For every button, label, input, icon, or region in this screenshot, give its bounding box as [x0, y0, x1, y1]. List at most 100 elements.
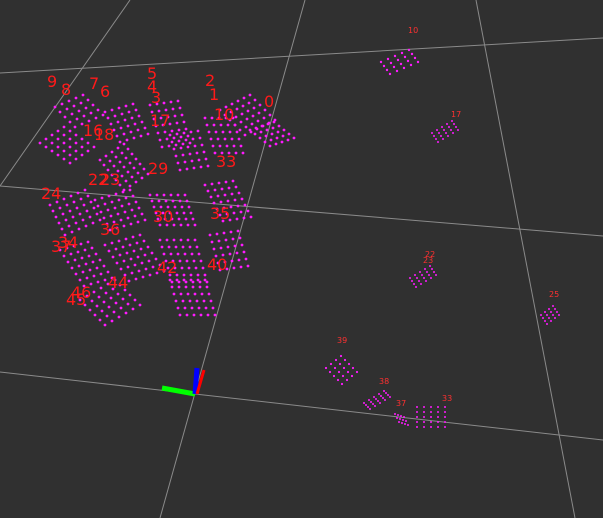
marker-dot	[119, 267, 123, 271]
marker-dot	[82, 203, 86, 207]
marker-dot	[136, 255, 140, 259]
marker-dot	[437, 416, 439, 418]
marker-dot	[184, 127, 188, 131]
marker-dot	[280, 140, 284, 144]
marker-dot	[172, 136, 176, 140]
marker-dot	[252, 106, 256, 110]
scene-canvas[interactable]: 0 1 2 3 4 5 6 7 8 9 16 18 17 10 33 22 23…	[0, 0, 603, 518]
marker-dot	[122, 224, 126, 228]
marker-dot	[169, 100, 173, 104]
marker-dot	[131, 235, 135, 239]
marker-dot	[409, 63, 413, 67]
marker-dot	[132, 249, 136, 253]
marker-dot	[140, 120, 144, 124]
marker-dot	[82, 114, 86, 118]
marker-dot	[228, 130, 232, 134]
marker-dot	[205, 123, 209, 127]
marker-dot	[134, 180, 138, 184]
marker-dot	[202, 299, 206, 303]
marker-dot	[389, 396, 391, 398]
marker-dot	[270, 132, 274, 136]
marker-dot	[74, 133, 78, 137]
marker-dot	[167, 245, 171, 249]
marker-dot	[416, 421, 418, 423]
marker-dot	[183, 252, 187, 256]
marker-dot	[231, 179, 235, 183]
marker-dot	[218, 144, 222, 148]
marker-dot	[176, 161, 180, 165]
marker-dot	[138, 303, 142, 307]
marker-dot	[143, 126, 147, 130]
marker-dot	[380, 395, 382, 397]
marker-dot	[134, 200, 138, 204]
marker-dot	[191, 285, 195, 289]
marker-dot	[416, 426, 418, 428]
marker-dot	[179, 223, 183, 227]
grid-line	[475, 0, 576, 518]
marker-dot	[189, 273, 193, 277]
marker-dot	[203, 183, 207, 187]
marker-dot	[423, 426, 425, 428]
marker-dot	[250, 122, 254, 126]
marker-dot	[423, 421, 425, 423]
marker-dot	[118, 140, 122, 144]
marker-dot	[70, 266, 74, 270]
marker-dot	[176, 252, 180, 256]
marker-dot	[143, 218, 147, 222]
marker-dot	[73, 125, 77, 129]
marker-dot	[102, 216, 106, 220]
marker-dot	[89, 200, 93, 204]
marker-dot	[452, 132, 454, 134]
marker-dot	[128, 188, 132, 192]
label-7: 7	[89, 74, 99, 93]
marker-dot	[219, 123, 223, 127]
marker-dot	[98, 158, 102, 162]
label-42: 42	[157, 258, 177, 277]
marker-dot	[234, 185, 238, 189]
3d-viewport[interactable]: 0 1 2 3 4 5 6 7 8 9 16 18 17 10 33 22 23…	[0, 0, 603, 518]
marker-dot	[392, 65, 396, 69]
marker-dot	[195, 245, 199, 249]
marker-dot	[217, 181, 221, 185]
marker-dot	[214, 130, 218, 134]
marker-dot	[450, 129, 452, 131]
marker-dot	[205, 280, 209, 284]
marker-dot	[375, 398, 377, 400]
marker-dot	[54, 215, 58, 219]
marker-dot	[209, 195, 213, 199]
marker-dot	[236, 229, 240, 233]
marker-dot	[188, 299, 192, 303]
marker-dot	[67, 99, 71, 103]
marker-dot	[169, 193, 173, 197]
marker-dot	[195, 151, 199, 155]
marker-dot	[176, 193, 180, 197]
marker-dot	[368, 399, 370, 401]
marker-dot	[128, 161, 132, 165]
marker-dot	[156, 131, 160, 135]
marker-dot	[238, 128, 242, 132]
marker-dot	[402, 66, 406, 70]
marker-dot	[351, 366, 355, 370]
marker-dot	[274, 142, 278, 146]
marker-dot	[131, 194, 135, 198]
marker-dot	[404, 423, 406, 425]
marker-dot	[363, 402, 365, 404]
marker-dot	[437, 421, 439, 423]
marker-dot	[124, 179, 128, 183]
marker-dot	[182, 273, 186, 277]
marker-dot	[103, 110, 107, 114]
marker-dot	[253, 132, 257, 136]
marker-dot	[337, 370, 341, 374]
marker-dot	[232, 211, 236, 215]
marker-dot	[168, 133, 172, 137]
marker-dot	[238, 236, 242, 240]
marker-dot	[281, 134, 285, 138]
marker-dot	[65, 203, 69, 207]
marker-dot	[95, 212, 99, 216]
marker-dot	[437, 411, 439, 413]
marker-dot	[80, 153, 84, 157]
marker-dot	[248, 93, 252, 97]
marker-dot	[447, 135, 449, 137]
marker-dot	[188, 152, 192, 156]
label-5: 5	[147, 64, 157, 83]
